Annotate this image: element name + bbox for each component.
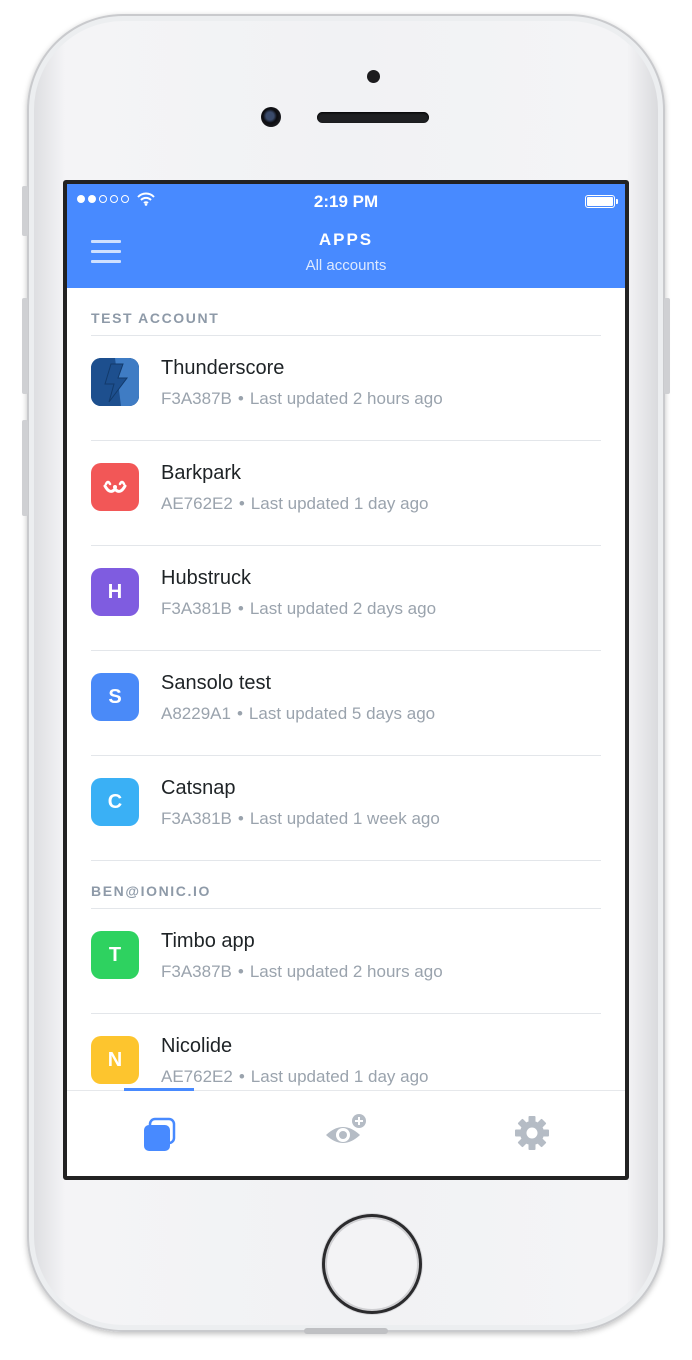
app-name: Nicolide <box>161 1035 233 1057</box>
separator: • <box>237 809 244 828</box>
dog-face-logo-icon <box>91 463 139 511</box>
app-row-nicolide[interactable]: N Nicolide AE762E2 • Last updated 1 day ag… <box>91 1014 601 1090</box>
app-row-hubstruck[interactable]: H Hubstruck F3A381B • Last updated 2 days … <box>91 546 601 651</box>
page-subtitle: All accounts <box>305 257 387 274</box>
app-id: F3A381B <box>161 599 232 618</box>
app-id: A8229A1 <box>161 704 231 723</box>
proximity-sensor <box>367 70 380 83</box>
app-updated: Last updated 5 days ago <box>248 704 436 723</box>
phone-screen: 2:19 PM APPS All accounts TEST ACCOUNT T… <box>63 180 629 1180</box>
lightning-logo-icon <box>91 358 139 406</box>
section-header: TEST ACCOUNT <box>91 288 601 336</box>
app-name: Catsnap <box>161 777 236 799</box>
separator: • <box>238 494 245 513</box>
app-name: Thunderscore <box>161 357 285 379</box>
apps-stack-icon <box>144 1117 176 1151</box>
app-display: 2:19 PM APPS All accounts TEST ACCOUNT T… <box>67 184 625 1176</box>
separator: • <box>237 962 244 981</box>
app-id: F3A381B <box>161 809 232 828</box>
front-camera <box>261 107 281 127</box>
app-meta: F3A387B • Last updated 2 hours ago <box>161 962 443 982</box>
apps-list[interactable]: TEST ACCOUNT Thunderscore F3A387B • Last u… <box>67 288 625 1090</box>
app-letter-icon: H <box>91 568 139 616</box>
app-meta: F3A387B • Last updated 2 hours ago <box>161 389 443 409</box>
app-row-thunderscore[interactable]: Thunderscore F3A387B • Last updated 2 hour… <box>91 336 601 441</box>
app-letter-icon: C <box>91 778 139 826</box>
status-bar: 2:19 PM <box>67 184 625 220</box>
app-updated: Last updated 1 day ago <box>250 494 429 513</box>
app-name: Sansolo test <box>161 672 272 694</box>
tab-preview[interactable] <box>253 1091 439 1176</box>
app-letter-icon: S <box>91 673 139 721</box>
app-id: F3A387B <box>161 962 232 981</box>
app-meta: AE762E2 • Last updated 1 day ago <box>161 1067 429 1087</box>
app-meta: A8229A1 • Last updated 5 days ago <box>161 704 435 724</box>
volume-up-button <box>22 298 28 394</box>
gear-icon <box>515 1116 549 1150</box>
volume-down-button <box>22 420 28 516</box>
separator: • <box>238 1067 245 1086</box>
separator: • <box>237 599 244 618</box>
app-row-catsnap[interactable]: C Catsnap F3A381B • Last updated 1 week ag… <box>91 756 601 861</box>
bottom-edge <box>304 1328 388 1334</box>
earpiece-speaker <box>317 112 429 123</box>
app-meta: AE762E2 • Last updated 1 day ago <box>161 494 429 514</box>
app-row-sansolo-test[interactable]: S Sansolo test A8229A1 • Last updated 5 da… <box>91 651 601 756</box>
section-header: BEN@IONIC.IO <box>91 861 601 909</box>
app-row-barkpark[interactable]: Barkpark AE762E2 • Last updated 1 day ago <box>91 441 601 546</box>
battery-icon <box>585 195 618 208</box>
mute-switch <box>22 186 28 236</box>
separator: • <box>236 704 243 723</box>
app-meta: F3A381B • Last updated 1 week ago <box>161 809 440 829</box>
app-updated: Last updated 1 week ago <box>249 809 440 828</box>
power-button <box>664 298 670 394</box>
header-bar: APPS All accounts <box>67 220 625 288</box>
app-name: Hubstruck <box>161 567 252 589</box>
app-updated: Last updated 1 day ago <box>250 1067 429 1086</box>
eye-add-icon <box>326 1114 366 1143</box>
app-meta: F3A381B • Last updated 2 days ago <box>161 599 436 619</box>
app-row-timbo-app[interactable]: T Timbo app F3A387B • Last updated 2 hours… <box>91 909 601 1014</box>
app-id: F3A387B <box>161 389 232 408</box>
app-updated: Last updated 2 hours ago <box>249 389 443 408</box>
app-letter-icon: N <box>91 1036 139 1084</box>
app-updated: Last updated 2 days ago <box>249 599 437 618</box>
tab-settings[interactable] <box>439 1091 625 1176</box>
separator: • <box>237 389 244 408</box>
tab-bar <box>67 1088 625 1176</box>
tab-apps[interactable] <box>67 1091 253 1176</box>
app-id: AE762E2 <box>161 494 233 513</box>
app-updated: Last updated 2 hours ago <box>249 962 443 981</box>
app-name: Timbo app <box>161 930 255 952</box>
app-name: Barkpark <box>161 462 242 484</box>
app-id: AE762E2 <box>161 1067 233 1086</box>
status-time: 2:19 PM <box>313 192 379 211</box>
app-letter-icon: T <box>91 931 139 979</box>
home-button[interactable] <box>322 1214 422 1314</box>
page-title: APPS <box>318 230 374 249</box>
